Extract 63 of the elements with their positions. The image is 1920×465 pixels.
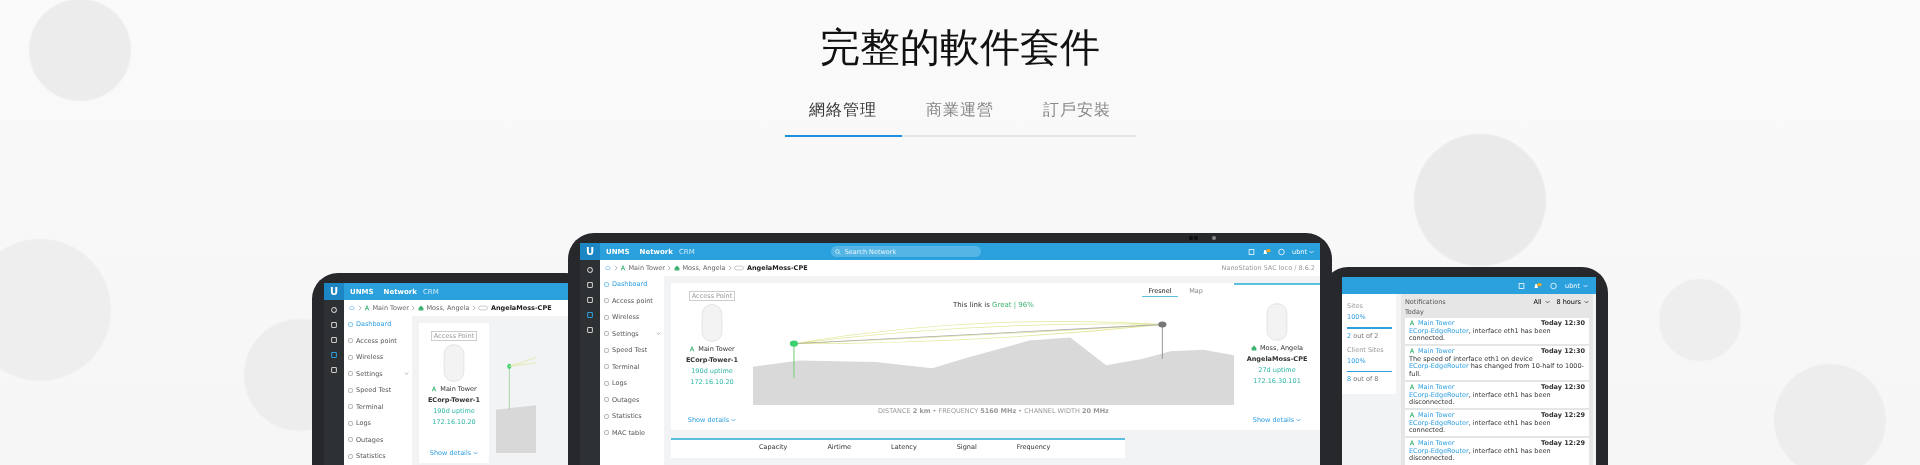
menu-item-icon xyxy=(348,354,353,360)
menu-item-icon xyxy=(348,453,353,459)
tower-icon xyxy=(620,265,626,271)
caret-down-icon xyxy=(473,451,479,455)
menu-item-icon xyxy=(604,364,609,370)
house-icon xyxy=(1251,345,1257,351)
house-icon xyxy=(417,305,424,311)
chevron-down-icon xyxy=(404,372,409,376)
tower-icon xyxy=(1409,320,1415,326)
cloud-icon xyxy=(605,265,611,271)
caret-down-icon xyxy=(1583,283,1588,288)
tower-icon xyxy=(1409,383,1415,390)
bell-icon[interactable] xyxy=(1262,247,1272,256)
menu-item-icon xyxy=(348,338,353,344)
device-icon xyxy=(734,265,745,271)
menu-item-icon xyxy=(348,321,353,327)
tower-icon xyxy=(1409,412,1415,418)
search-icon xyxy=(834,248,841,255)
menu-item-icon xyxy=(604,430,609,436)
antenna-device-drawing xyxy=(700,304,724,342)
caret-down-icon xyxy=(1309,249,1314,254)
caret-down-icon xyxy=(1584,300,1589,304)
menu-item-icon xyxy=(348,404,353,410)
chevron-right-icon xyxy=(667,265,672,271)
chevron-right-icon xyxy=(411,305,416,311)
menu-item-icon xyxy=(348,420,353,426)
chevron-right-icon xyxy=(357,305,362,311)
tower-icon xyxy=(1409,440,1415,447)
caret-down-icon xyxy=(1544,300,1550,304)
device-icon xyxy=(478,305,489,311)
tower-icon xyxy=(1409,348,1415,355)
tower-icon xyxy=(431,386,438,392)
caret-down-icon xyxy=(1296,418,1302,422)
bell-icon[interactable] xyxy=(1533,281,1543,290)
menu-item-icon xyxy=(604,397,609,403)
menu-item-icon xyxy=(348,387,353,393)
tower-icon xyxy=(364,305,370,311)
house-icon xyxy=(673,265,680,271)
menu-item-icon xyxy=(604,298,609,304)
caret-down-icon xyxy=(731,418,737,422)
tab[interactable]: 訂戶安裝 xyxy=(1018,92,1136,137)
cloud-icon xyxy=(349,305,355,311)
tab[interactable]: 網絡管理 xyxy=(784,92,902,137)
section-heading: 完整的軟件套件 xyxy=(819,23,1101,72)
menu-item-icon xyxy=(604,380,609,386)
menu-item-icon xyxy=(604,314,609,320)
chevron-right-icon xyxy=(727,265,732,271)
camera-icon xyxy=(1188,235,1218,241)
menu-item-icon xyxy=(604,281,609,287)
antenna-device-drawing xyxy=(442,344,466,382)
chevron-right-icon xyxy=(613,265,618,271)
logo-mark: U xyxy=(324,283,344,300)
chevron-right-icon xyxy=(471,305,476,311)
antenna-device-drawing xyxy=(1265,303,1289,341)
logo-mark: U xyxy=(580,243,600,260)
menu-item-icon xyxy=(604,413,609,419)
tower-icon xyxy=(689,346,696,352)
menu-item-icon xyxy=(348,437,353,443)
menu-item-icon xyxy=(604,331,609,337)
tab[interactable]: 商業運營 xyxy=(901,92,1019,137)
menu-item-icon xyxy=(604,347,609,353)
menu-item-icon xyxy=(348,371,353,377)
chevron-down-icon xyxy=(656,332,661,336)
